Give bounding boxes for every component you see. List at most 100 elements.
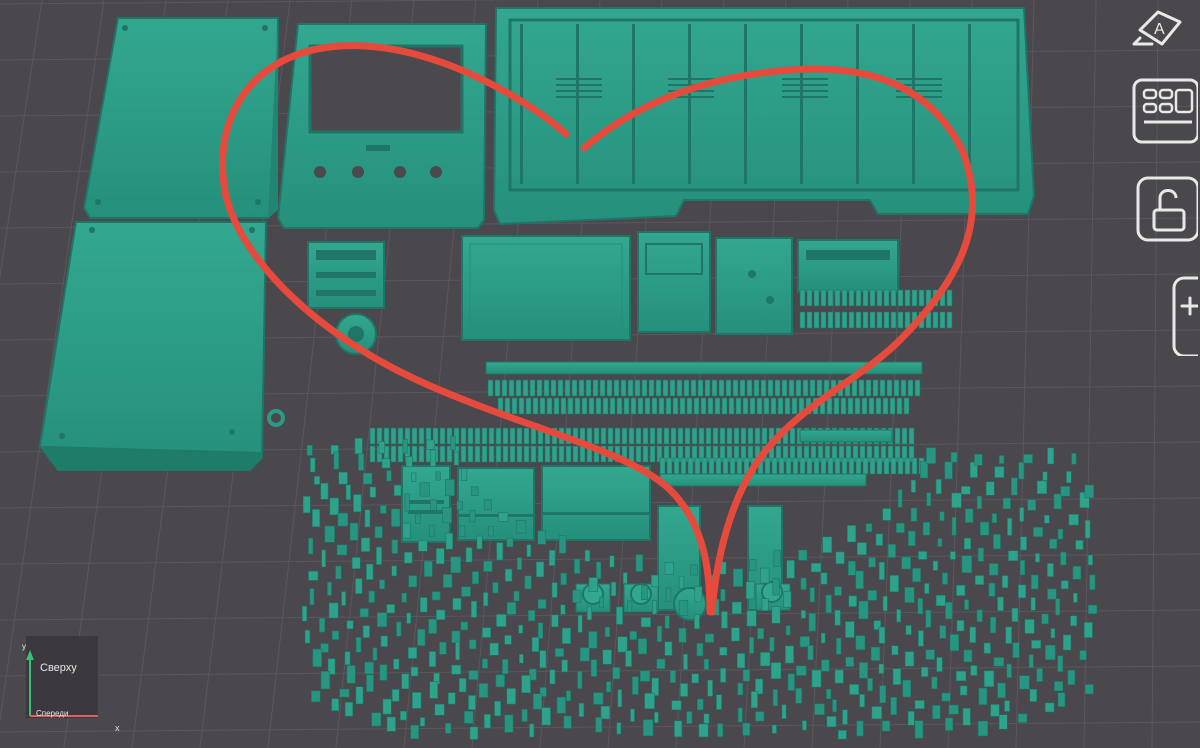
- small-part: [998, 714, 1008, 730]
- small-part: [600, 705, 611, 720]
- mount-plate[interactable]: [715, 237, 793, 335]
- terminal-block: [511, 397, 518, 415]
- small-part: [837, 729, 847, 740]
- small-part: [368, 590, 375, 603]
- small-part: [551, 614, 559, 628]
- module-cover-2[interactable]: [541, 465, 651, 541]
- terminal-block: [663, 427, 670, 445]
- cover-plate[interactable]: [461, 235, 631, 341]
- terminal-block: [858, 379, 865, 397]
- small-part: [962, 707, 971, 726]
- small-part: [809, 587, 815, 603]
- housing-base[interactable]: [492, 7, 1036, 226]
- pcb-board-left[interactable]: [307, 241, 385, 309]
- small-part: [1031, 574, 1039, 590]
- small-part: [1019, 675, 1030, 690]
- small-part: [810, 562, 822, 573]
- small-part: [694, 586, 703, 603]
- terminal-block: [904, 457, 911, 475]
- terminal-block: [760, 379, 767, 397]
- view-orientation-cube[interactable]: y Сверху Спереди: [22, 636, 98, 718]
- small-part: [309, 457, 316, 473]
- terminal-block: [792, 457, 799, 475]
- enclosure-lid-bottom-left[interactable]: [38, 221, 268, 471]
- model-scene[interactable]: [0, 0, 1200, 748]
- terminal-block: [439, 445, 446, 463]
- small-part: [664, 641, 673, 656]
- small-part: [337, 512, 349, 527]
- terminal-block: [813, 289, 820, 307]
- text-label-tool[interactable]: A: [1114, 0, 1198, 70]
- small-part: [451, 664, 462, 675]
- unlock-tool[interactable]: [1114, 172, 1200, 242]
- small-part: [846, 525, 857, 543]
- small-part: [537, 622, 544, 639]
- terminal-block: [726, 427, 733, 445]
- small-part: [1053, 493, 1062, 510]
- terminal-block: [694, 457, 701, 475]
- small-part: [419, 597, 428, 613]
- terminal-block: [834, 311, 841, 329]
- small-part: [572, 589, 582, 603]
- relay-block[interactable]: [797, 239, 899, 293]
- enclosure-lid-top-left[interactable]: [82, 17, 280, 219]
- small-part: [1020, 536, 1027, 551]
- terminal-block: [390, 427, 397, 445]
- terminal-block: [487, 379, 494, 397]
- view-front-label[interactable]: Спереди: [36, 709, 68, 718]
- small-part: [1066, 471, 1072, 484]
- small-part: [428, 618, 437, 634]
- small-part: [770, 662, 782, 680]
- small-part: [991, 513, 997, 524]
- small-case[interactable]: [637, 231, 711, 333]
- terminal-block: [662, 379, 669, 397]
- keyboard-panel-tool[interactable]: [1114, 74, 1200, 144]
- terminal-block: [749, 397, 756, 415]
- small-part: [539, 650, 547, 669]
- small-part: [1017, 713, 1028, 723]
- terminal-block: [536, 379, 543, 397]
- housing-rib: [576, 24, 579, 184]
- terminal-block: [635, 445, 642, 463]
- small-part: [402, 439, 408, 454]
- din-rail-2[interactable]: [659, 473, 867, 487]
- terminal-block: [861, 397, 868, 415]
- small-part: [386, 716, 396, 732]
- small-part: [1028, 654, 1034, 669]
- terminal-block: [397, 427, 404, 445]
- add-tool[interactable]: [1114, 272, 1200, 358]
- view-top-label[interactable]: Сверху: [40, 662, 77, 674]
- small-part: [749, 559, 757, 571]
- terminal-block: [799, 289, 806, 307]
- small-part: [406, 612, 412, 624]
- small-part: [896, 609, 901, 623]
- small-part: [320, 670, 331, 690]
- terminal-block: [719, 427, 726, 445]
- small-part: [344, 701, 354, 717]
- small-part: [1067, 669, 1076, 685]
- small-part: [704, 633, 715, 643]
- small-part: [506, 602, 517, 615]
- terminal-block: [736, 457, 743, 475]
- terminal-block: [488, 427, 495, 445]
- small-part: [391, 508, 401, 527]
- small-part: [955, 670, 967, 682]
- small-part: [746, 610, 757, 627]
- small-part: [379, 579, 385, 590]
- 3d-viewport[interactable]: A y Сверху Спереди x: [0, 0, 1200, 748]
- terminal-block: [532, 397, 539, 415]
- small-part: [1071, 452, 1077, 465]
- front-panel[interactable]: [276, 23, 488, 229]
- terminal-block: [908, 427, 915, 445]
- small-part: [678, 600, 689, 616]
- din-rail-3[interactable]: [799, 429, 893, 443]
- small-part: [518, 624, 524, 634]
- terminal-block: [712, 427, 719, 445]
- small-part: [786, 559, 795, 579]
- small-part: [932, 705, 941, 720]
- small-part: [785, 625, 791, 636]
- small-part: [386, 470, 392, 482]
- small-part: [1044, 702, 1055, 713]
- small-part: [795, 665, 807, 676]
- terminal-block: [546, 397, 553, 415]
